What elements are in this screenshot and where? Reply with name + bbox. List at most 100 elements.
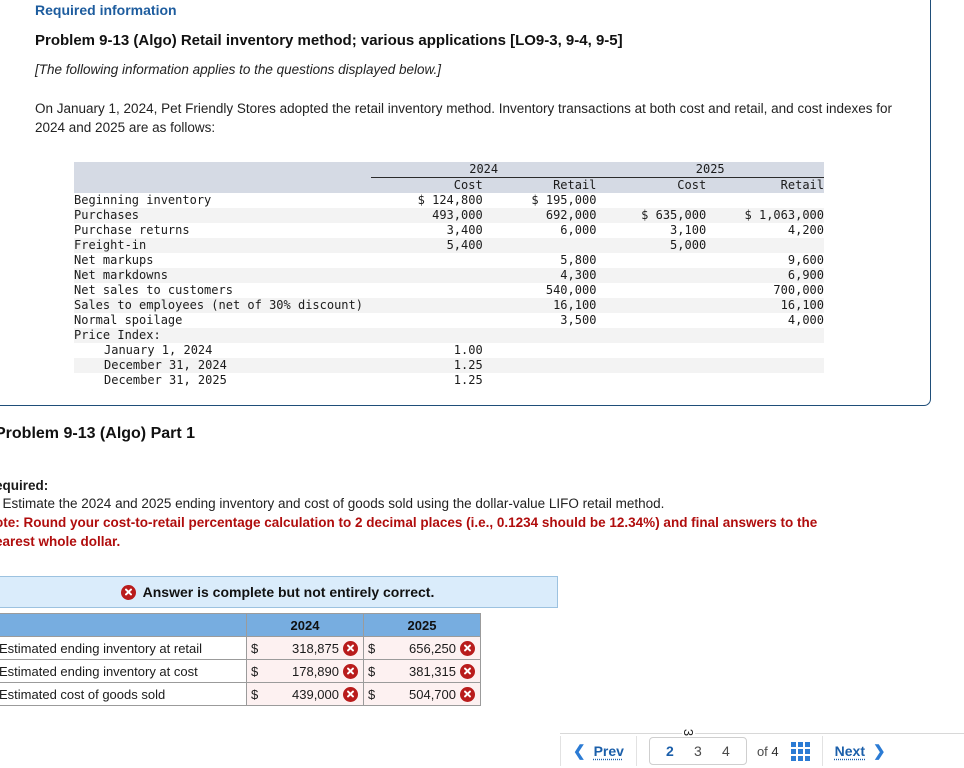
answer-value-cell[interactable]: $504,700 [364, 683, 481, 706]
x-circle-icon [460, 664, 475, 679]
row-value [483, 343, 597, 358]
answer-header-2024: 2024 [247, 614, 364, 637]
page-title: Problem 9-13 (Algo) Retail inventory met… [35, 31, 915, 51]
of-text: of [757, 744, 768, 759]
row-value [706, 373, 824, 388]
row-value: $ 635,000 [596, 208, 706, 223]
chevron-right-icon: ❯ [873, 742, 886, 760]
subheader-row: Cost Retail Cost Retail [74, 178, 824, 194]
row-value [706, 358, 824, 373]
row-spacer [363, 238, 371, 253]
answer-row-label: Estimated ending inventory at cost [0, 660, 247, 683]
row-value: 6,000 [483, 223, 597, 238]
row-value [483, 238, 597, 253]
page-count-label: of 4 [757, 744, 779, 759]
row-value: 16,100 [483, 298, 597, 313]
row-value: 9,600 [706, 253, 824, 268]
answer-value-wrap: $656,250 [368, 641, 475, 656]
answer-value-cell[interactable]: $178,890 [247, 660, 364, 683]
row-value [596, 343, 706, 358]
table-row: Purchase returns3,4006,0003,1004,200 [74, 223, 824, 238]
subheader-2024-retail: Retail [483, 178, 597, 194]
answer-value-cell[interactable]: $439,000 [247, 683, 364, 706]
row-label: Price Index: [74, 328, 363, 343]
currency-symbol: $ [251, 641, 258, 656]
header-band-label [74, 162, 363, 178]
page-selector[interactable]: 3 2 3 4 [649, 737, 747, 765]
row-value: 1.25 [371, 358, 483, 373]
row-value [596, 283, 706, 298]
row-value: 5,000 [596, 238, 706, 253]
subheader-blank [74, 178, 363, 194]
row-label: Net markups [74, 253, 363, 268]
row-spacer [363, 253, 371, 268]
next-button[interactable]: Next ❯ [823, 742, 898, 760]
row-value [596, 298, 706, 313]
row-value: $ 1,063,000 [706, 208, 824, 223]
answer-table-header-row: 2024 2025 [0, 614, 481, 637]
answer-table: 2024 2025 Estimated ending inventory at … [0, 613, 481, 706]
row-value: 3,400 [371, 223, 483, 238]
year-header-2024: 2024 [371, 162, 596, 178]
page-selector-floating-label: 3 [682, 728, 695, 737]
x-circle-icon [343, 687, 358, 702]
table-row: Price Index: [74, 328, 824, 343]
row-value [596, 193, 706, 208]
row-value: 4,000 [706, 313, 824, 328]
grid-view-icon[interactable] [791, 742, 810, 761]
nav-separator-mid [636, 736, 637, 766]
answer-value-cell[interactable]: $656,250 [364, 637, 481, 660]
year-header-2025: 2025 [596, 162, 824, 178]
answer-header-2025: 2025 [364, 614, 481, 637]
answer-value-cell[interactable]: $318,875 [247, 637, 364, 660]
table-row: Purchases493,000692,000$ 635,000$ 1,063,… [74, 208, 824, 223]
page-button-2[interactable]: 2 [656, 743, 684, 759]
table-row: December 31, 20251.25 [74, 373, 824, 388]
row-value: 5,400 [371, 238, 483, 253]
chevron-left-icon: ❮ [573, 742, 586, 760]
answer-header-blank [0, 614, 247, 637]
row-value [371, 298, 483, 313]
answer-amount: 656,250 [379, 641, 456, 656]
row-label: Purchases [74, 208, 363, 223]
required-information-content: Required information Problem 9-13 (Algo)… [35, 1, 915, 137]
answer-table-head: 2024 2025 [0, 614, 481, 637]
row-value [371, 328, 483, 343]
answer-row-label: Estimated ending inventory at retail [0, 637, 247, 660]
inventory-data-table: 2024 2025 Cost Retail Cost Retail Beginn… [74, 162, 824, 388]
row-value: 4,300 [483, 268, 597, 283]
inventory-data-table-body: Beginning inventory$ 124,800$ 195,000Pur… [74, 193, 824, 388]
table-row: Sales to employees (net of 30% discount)… [74, 298, 824, 313]
table-row: Normal spoilage3,5004,000 [74, 313, 824, 328]
subheader-2025-retail: Retail [706, 178, 824, 194]
row-value [371, 283, 483, 298]
answer-amount: 504,700 [379, 687, 456, 702]
row-value [596, 328, 706, 343]
currency-symbol: $ [251, 687, 258, 702]
subheader-2024-cost: Cost [371, 178, 483, 194]
row-value: 6,900 [706, 268, 824, 283]
row-value [596, 253, 706, 268]
row-label: Normal spoilage [74, 313, 363, 328]
prev-button[interactable]: ❮ Prev [561, 742, 636, 760]
row-value [596, 358, 706, 373]
answer-row: Estimated ending inventory at cost$178,8… [0, 660, 481, 683]
table-row: December 31, 20241.25 [74, 358, 824, 373]
page-button-4[interactable]: 4 [712, 743, 740, 759]
answer-value-cell[interactable]: $381,315 [364, 660, 481, 683]
required-heading: equired: [0, 477, 955, 494]
answer-value-wrap: $381,315 [368, 664, 475, 679]
row-value: 692,000 [483, 208, 597, 223]
required-note-line2: earest whole dollar. [0, 532, 927, 551]
row-spacer [363, 313, 371, 328]
row-value: $ 195,000 [483, 193, 597, 208]
page-button-3[interactable]: 3 [684, 743, 712, 759]
currency-symbol: $ [368, 687, 375, 702]
row-label: Net sales to customers [74, 283, 363, 298]
row-value: $ 124,800 [371, 193, 483, 208]
row-spacer [363, 193, 371, 208]
row-spacer [363, 373, 371, 388]
answer-value-wrap: $504,700 [368, 687, 475, 702]
row-value: 540,000 [483, 283, 597, 298]
table-row: January 1, 20241.00 [74, 343, 824, 358]
